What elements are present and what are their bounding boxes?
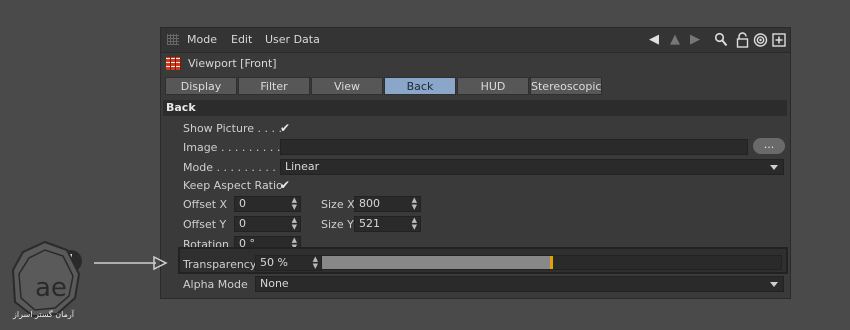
size-x-label: Size X — [321, 198, 355, 211]
transparency-slider-fill — [322, 256, 552, 269]
object-title-bar: Viewport [Front] — [161, 53, 790, 75]
keep-aspect-checkbox[interactable]: ✔ — [280, 179, 292, 191]
show-picture-label: Show Picture . . . . — [183, 122, 282, 135]
spinner-icon[interactable]: ▲▼ — [412, 217, 417, 231]
menu-edit[interactable]: Edit — [231, 33, 252, 46]
alpha-mode-label: Alpha Mode — [183, 278, 248, 291]
tab-back[interactable]: Back — [384, 77, 456, 95]
viewport-icon — [166, 57, 181, 70]
image-label: Image . . . . . . . . . . — [183, 141, 288, 154]
arrow-left-icon[interactable]: ◀ — [645, 32, 663, 48]
mode-label: Mode . . . . . . . . . . — [183, 161, 283, 174]
image-browse-button[interactable]: ... — [753, 138, 785, 154]
object-title: Viewport [Front] — [188, 57, 277, 70]
target-icon[interactable] — [753, 32, 768, 48]
section-header-back: Back — [163, 100, 787, 116]
spinner-icon[interactable]: ▲▼ — [292, 197, 297, 211]
size-y-value: 521 — [359, 217, 380, 230]
menubar: Mode Edit User Data ◀ ▲ ▶ — [161, 28, 790, 53]
transparency-slider[interactable] — [321, 255, 782, 270]
tab-filter[interactable]: Filter — [238, 77, 310, 95]
spinner-icon[interactable]: ▲▼ — [412, 197, 417, 211]
site-logo: ae — [11, 240, 81, 318]
spinner-icon[interactable]: ▲▼ — [313, 256, 318, 270]
arrow-up-icon[interactable]: ▲ — [667, 32, 683, 48]
site-logo-caption: آرمان گستر اسراز — [13, 310, 74, 319]
search-icon[interactable] — [714, 32, 728, 48]
tab-display[interactable]: Display — [165, 77, 237, 95]
offset-x-field[interactable]: 0 ▲ ▼ — [234, 196, 301, 212]
transparency-label: Transparency — [183, 258, 257, 271]
transparency-value: 50 % — [260, 256, 288, 269]
menu-mode[interactable]: Mode — [187, 33, 217, 46]
lock-icon[interactable] — [736, 32, 749, 48]
chevron-down-icon — [770, 282, 778, 287]
offset-x-value: 0 — [239, 197, 246, 210]
offset-y-value: 0 — [239, 217, 246, 230]
tab-stereoscopic[interactable]: Stereoscopic — [530, 77, 602, 95]
keep-aspect-label: Keep Aspect Ratio — [183, 179, 283, 192]
callout-arrow — [94, 255, 168, 271]
image-path-field[interactable] — [280, 139, 748, 155]
menu-user-data[interactable]: User Data — [265, 33, 320, 46]
arrow-right-icon[interactable]: ▶ — [687, 32, 703, 48]
size-y-field[interactable]: 521 ▲ ▼ — [354, 216, 421, 232]
show-picture-checkbox[interactable]: ✔ — [280, 122, 292, 134]
tab-view[interactable]: View — [311, 77, 383, 95]
svg-text:ae: ae — [35, 273, 67, 303]
offset-x-label: Offset X — [183, 198, 228, 211]
grip-icon[interactable] — [167, 34, 179, 45]
spinner-icon[interactable]: ▲▼ — [292, 217, 297, 231]
new-panel-icon[interactable] — [772, 32, 786, 48]
transparency-slider-knob[interactable] — [549, 256, 553, 269]
tab-hud[interactable]: HUD — [457, 77, 529, 95]
offset-y-label: Offset Y — [183, 218, 227, 231]
offset-y-field[interactable]: 0 ▲ ▼ — [234, 216, 301, 232]
mode-value: Linear — [285, 160, 320, 173]
size-x-value: 800 — [359, 197, 380, 210]
size-x-field[interactable]: 800 ▲ ▼ — [354, 196, 421, 212]
alpha-mode-value: None — [260, 277, 289, 290]
chevron-down-icon — [770, 165, 778, 170]
alpha-mode-dropdown[interactable]: None — [255, 276, 784, 292]
transparency-field[interactable]: 50 % ▲ ▼ — [255, 255, 322, 271]
size-y-label: Size Y — [321, 218, 354, 231]
mode-dropdown[interactable]: Linear — [280, 159, 784, 175]
